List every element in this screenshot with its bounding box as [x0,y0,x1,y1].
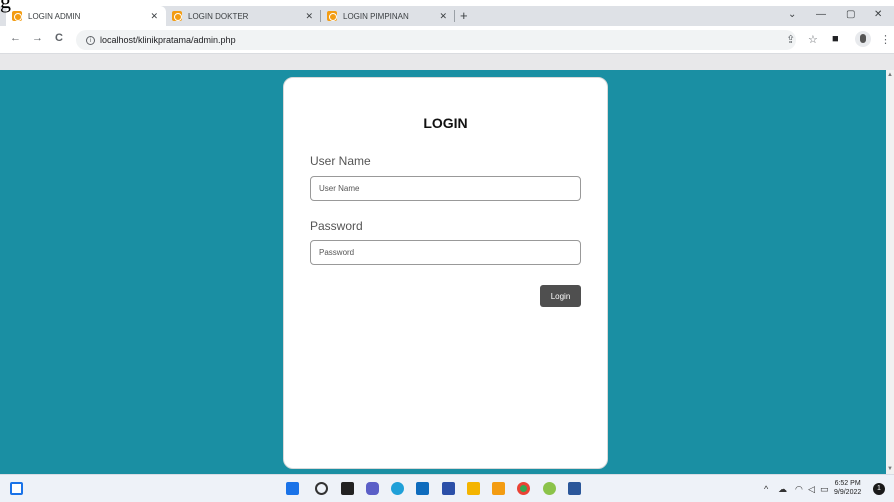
mail-icon[interactable] [416,482,429,495]
overlay-text-fragment: g [0,0,11,13]
new-tab-button[interactable]: + [460,8,468,23]
tab-login-admin[interactable]: LOGIN ADMIN ✕ [6,6,166,26]
menu-icon[interactable]: ⋮ [880,33,891,46]
screen: g LOGIN ADMIN ✕ LOGIN DOKTER ✕ LOGIN PIM… [0,0,894,502]
toolbar-band [0,54,894,70]
clock[interactable]: 6:52 PM 9/9/2022 [834,479,861,497]
side-panel-icon[interactable]: ■ [832,33,839,45]
start-icon[interactable] [286,482,299,495]
restore-icon[interactable]: ▢ [846,9,855,20]
page-scrollbar[interactable]: ▲ ▼ [886,70,894,474]
forward-icon[interactable]: → [32,32,43,44]
app-icon[interactable] [442,482,455,495]
browser-tab-strip: LOGIN ADMIN ✕ LOGIN DOKTER ✕ LOGIN PIMPI… [0,6,894,26]
app-icon[interactable] [543,482,556,495]
login-button[interactable]: Login [540,285,581,307]
edge-icon[interactable] [391,482,404,495]
site-info-icon[interactable]: i [86,35,95,45]
close-tab-icon[interactable]: ✕ [150,11,158,22]
password-input[interactable]: Password [310,240,581,265]
address-bar[interactable]: i localhost/klinikpratama/admin.php [76,30,796,50]
username-label: User Name [310,154,371,168]
profile-avatar[interactable] [855,31,871,47]
word-icon[interactable] [568,482,581,495]
clock-time: 6:52 PM [834,480,861,487]
xampp-icon [172,11,182,21]
tab-login-dokter[interactable]: LOGIN DOKTER ✕ [166,6,321,26]
search-icon[interactable] [315,482,328,495]
close-tab-icon[interactable]: ✕ [439,11,447,22]
file-explorer-icon[interactable] [467,482,480,495]
page-viewport: LOGIN User Name User Name Password Passw… [0,70,894,474]
xampp-icon [12,11,22,21]
chevron-up-icon[interactable]: ^ [764,484,768,494]
tab-label: LOGIN DOKTER [188,11,249,21]
login-card: LOGIN User Name User Name Password Passw… [283,77,608,469]
password-placeholder: Password [319,248,355,257]
widgets-icon[interactable] [10,482,23,495]
url-text: localhost/klinikpratama/admin.php [100,35,236,45]
minimize-icon[interactable]: — [816,9,826,20]
password-label: Password [310,219,363,233]
xampp-taskbar-icon[interactable] [492,482,505,495]
username-input[interactable]: User Name [310,176,581,201]
chat-icon[interactable] [366,482,379,495]
notification-badge[interactable]: 1 [873,483,885,495]
tab-search-icon[interactable]: ⌄ [788,9,796,20]
bookmark-star-icon[interactable]: ☆ [808,33,818,46]
share-icon[interactable]: ⇪ [786,33,795,46]
onedrive-icon[interactable]: ☁ [778,484,787,495]
reload-icon[interactable]: C [55,32,63,44]
scroll-down-icon[interactable]: ▼ [887,466,893,472]
scroll-up-icon[interactable]: ▲ [887,72,893,78]
xampp-icon [327,11,337,21]
back-icon[interactable]: ← [10,32,21,44]
tab-login-pimpinan[interactable]: LOGIN PIMPINAN ✕ [321,6,455,26]
volume-icon[interactable]: ◁ [808,484,815,495]
chrome-icon[interactable] [517,482,530,495]
task-view-icon[interactable] [341,482,354,495]
battery-icon[interactable]: ▭ [820,484,829,495]
wifi-icon[interactable]: ◠ [795,484,803,495]
login-title: LOGIN [423,115,468,131]
close-tab-icon[interactable]: ✕ [305,11,313,22]
tab-label: LOGIN ADMIN [28,11,81,21]
tab-label: LOGIN PIMPINAN [343,11,409,21]
windows-taskbar: ^ ☁ ◠ ◁ ▭ 6:52 PM 9/9/2022 1 [0,474,894,502]
username-placeholder: User Name [319,184,360,193]
window-close-icon[interactable]: ✕ [874,9,882,20]
browser-toolbar: ← → C i localhost/klinikpratama/admin.ph… [0,26,894,54]
tab-separator [454,10,455,22]
clock-date: 9/9/2022 [834,489,862,496]
